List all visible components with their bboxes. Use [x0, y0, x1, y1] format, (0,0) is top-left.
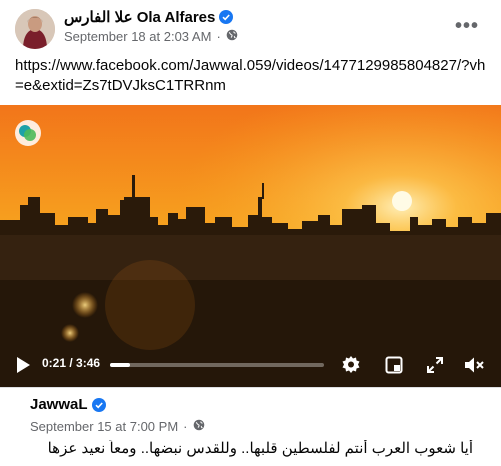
more-options-icon: •••	[454, 15, 479, 37]
video-controls: 0:21 / 3:46	[0, 343, 501, 387]
post-meta: September 18 at 2:03 AM ·	[64, 29, 238, 44]
globe-icon	[193, 419, 205, 434]
fullscreen-icon[interactable]	[424, 354, 446, 376]
shared-post-meta: September 15 at 7:00 PM ·	[30, 419, 205, 434]
meta-separator: ·	[216, 29, 221, 44]
play-icon[interactable]	[12, 354, 34, 376]
post-timestamp[interactable]: September 18 at 2:03 AM	[64, 29, 211, 44]
progress-bar[interactable]	[110, 363, 324, 367]
settings-icon[interactable]	[340, 354, 362, 376]
post-text[interactable]: https://www.facebook.com/Jawwal.059/vide…	[15, 56, 490, 96]
avatar[interactable]	[15, 9, 55, 49]
video-player[interactable]: 0:21 / 3:46	[0, 105, 501, 387]
verified-badge-icon	[219, 10, 234, 24]
picture-in-picture-icon[interactable]	[383, 354, 405, 376]
shared-author-name[interactable]: JawwaL	[30, 396, 88, 413]
meta-separator: ·	[183, 419, 188, 434]
author-name[interactable]: علا الفارس Ola Alfares	[64, 8, 215, 26]
shared-post-text[interactable]: أيا شعوب العرب أنتم لفلسطين قلبها.. وللق…	[33, 440, 473, 458]
progress-fill	[110, 363, 130, 367]
volume-muted-icon[interactable]	[462, 354, 486, 376]
facebook-post: علا الفارس Ola Alfares September 18 at 2…	[0, 0, 501, 466]
shared-post: JawwaL September 15 at 7:00 PM · أيا شعو…	[0, 387, 501, 466]
jawwal-logo-icon	[14, 119, 42, 147]
shared-author-line: JawwaL	[30, 396, 106, 413]
verified-badge-icon	[91, 397, 106, 412]
video-time: 0:21 / 3:46	[42, 356, 101, 370]
author-line: علا الفارس Ola Alfares	[64, 8, 234, 26]
post-header: علا الفارس Ola Alfares September 18 at 2…	[0, 0, 501, 56]
shared-timestamp[interactable]: September 15 at 7:00 PM	[30, 419, 178, 434]
more-options-button[interactable]: •••	[449, 12, 485, 40]
globe-icon	[226, 29, 238, 44]
